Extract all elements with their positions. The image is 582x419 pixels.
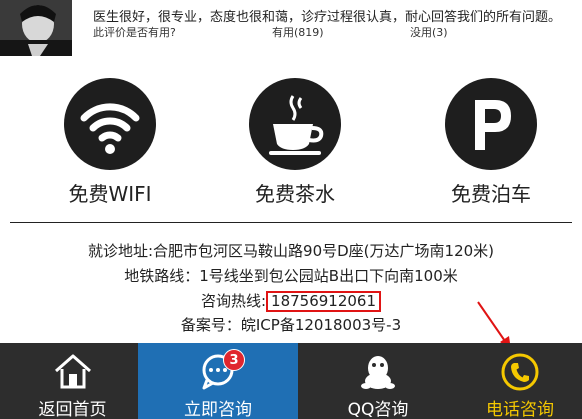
consult-badge: 3 xyxy=(223,349,245,371)
nav-home[interactable]: 返回首页 xyxy=(0,343,145,419)
feature-label: 免费WIFI xyxy=(68,182,152,206)
useless-vote-link[interactable]: 没用(3) xyxy=(410,24,448,40)
hotline-label: 咨询热线: xyxy=(200,292,267,310)
tea-cup-icon xyxy=(249,78,341,170)
nav-home-label: 返回首页 xyxy=(38,400,107,419)
nav-phone[interactable]: 电话咨询 xyxy=(458,343,582,419)
hotline-number[interactable]: 18756912061 xyxy=(266,291,382,312)
bottom-nav: 返回首页 3 立即咨询 QQ咨询 电话咨询 xyxy=(0,343,582,419)
nav-consult-label: 立即咨询 xyxy=(184,400,252,419)
review-text: 医生很好，很专业，态度也很和蔼，诊疗过程很认真，耐心回答我们的所有问题。 xyxy=(93,10,562,25)
nav-consult[interactable]: 3 立即咨询 xyxy=(138,343,298,419)
subway-route: 地铁路线：1号线坐到包公园站B出口下向南100米 xyxy=(124,267,458,285)
phone-icon xyxy=(500,352,540,396)
nav-qq-label: QQ咨询 xyxy=(347,400,409,419)
section-divider xyxy=(10,222,572,223)
feature-label: 免费茶水 xyxy=(255,182,335,206)
icp-record: 备案号：皖ICP备12018003号-3 xyxy=(180,316,402,334)
nav-phone-label: 电话咨询 xyxy=(486,400,554,419)
hotline-row: 咨询热线: 18756912061 xyxy=(0,290,582,312)
nav-qq[interactable]: QQ咨询 xyxy=(298,343,458,419)
feature-label: 免费泊车 xyxy=(451,182,531,206)
parking-icon xyxy=(445,78,537,170)
wifi-icon xyxy=(64,78,156,170)
review-item: 医生很好，很专业，态度也很和蔼，诊疗过程很认真，耐心回答我们的所有问题。 此评价… xyxy=(0,0,582,60)
useful-vote-link[interactable]: 有用(819) xyxy=(272,24,324,40)
home-icon xyxy=(53,352,93,394)
qq-penguin-icon xyxy=(358,352,398,396)
reviewer-avatar xyxy=(0,0,72,56)
clinic-address: 就诊地址:合肥市包河区马鞍山路90号D座(万达广场南120米) xyxy=(87,242,495,260)
review-helpful-question: 此评价是否有用? xyxy=(93,26,176,39)
